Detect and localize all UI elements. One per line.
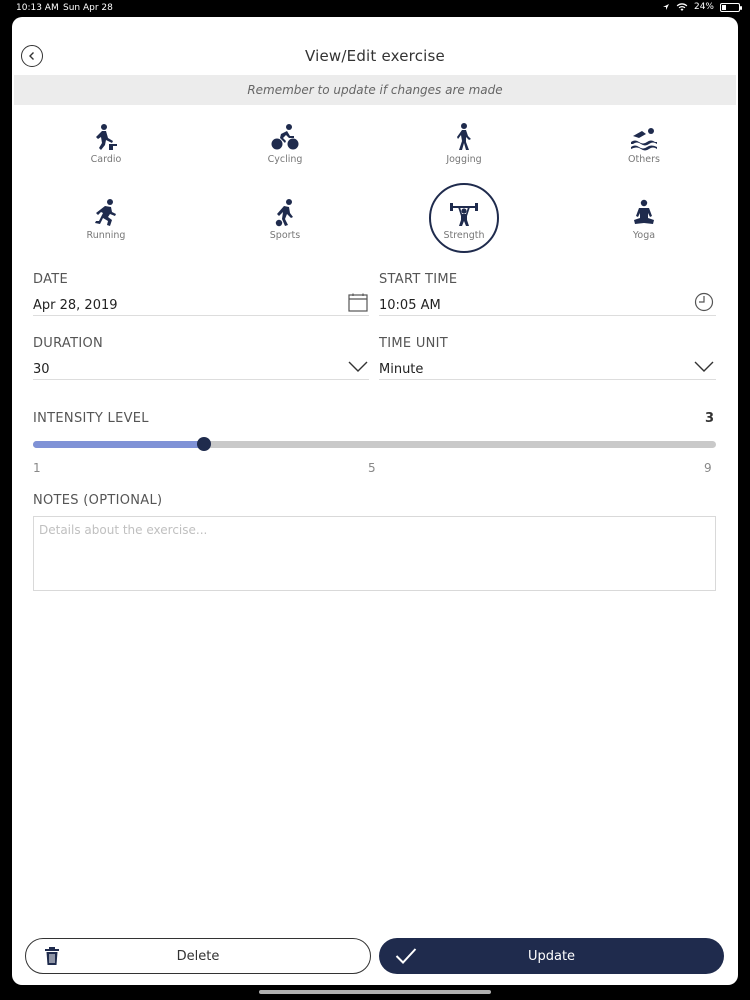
update-reminder-banner: Remember to update if changes are made: [14, 75, 736, 105]
intensity-slider-fill: [33, 441, 204, 448]
type-yoga[interactable]: Yoga: [599, 198, 689, 268]
running-icon: [95, 199, 116, 226]
header: View/Edit exercise: [12, 17, 738, 75]
status-time: 10:13 AM: [16, 3, 59, 13]
status-right: 24%: [662, 2, 742, 12]
date-label: DATE: [33, 272, 69, 287]
notes-input[interactable]: [33, 516, 716, 591]
chevron-down-icon[interactable]: [348, 361, 368, 373]
type-sports[interactable]: Sports: [240, 198, 330, 268]
time-unit-label: TIME UNIT: [379, 336, 449, 351]
type-label: Sports: [269, 230, 301, 241]
trash-icon: [45, 947, 59, 965]
type-label: Running: [86, 230, 126, 241]
type-label: Others: [628, 154, 660, 165]
delete-button-label: Delete: [176, 948, 220, 964]
time-unit-underline: [379, 379, 716, 380]
battery-icon: [720, 2, 742, 12]
type-label: Strength: [443, 230, 485, 241]
intensity-label: INTENSITY LEVEL: [33, 411, 149, 426]
delete-button[interactable]: Delete: [25, 938, 371, 974]
notes-label: NOTES (OPTIONAL): [33, 493, 163, 508]
yoga-icon: [634, 199, 654, 224]
home-indicator: [259, 990, 491, 994]
checkmark-icon: [395, 948, 417, 964]
type-label: Jogging: [446, 154, 482, 165]
type-others[interactable]: Others: [599, 122, 689, 192]
intensity-value: 3: [704, 411, 714, 426]
cycling-icon: [271, 124, 299, 150]
time-unit-select[interactable]: Minute: [379, 362, 423, 377]
type-running[interactable]: Running: [61, 198, 151, 268]
cardio-icon: [96, 124, 117, 150]
intensity-slider-thumb[interactable]: [196, 437, 211, 451]
battery-percent: 24%: [693, 2, 714, 12]
duration-label: DURATION: [33, 336, 104, 351]
type-jogging[interactable]: Jogging: [419, 122, 509, 192]
type-label: Cardio: [90, 154, 122, 165]
type-label: Cycling: [267, 154, 303, 165]
intensity-mid-tick: 5: [368, 461, 376, 475]
clock-icon[interactable]: [694, 292, 714, 312]
start-time-field[interactable]: 10:05 AM: [379, 298, 441, 313]
strength-icon: [450, 203, 478, 226]
page-title: View/Edit exercise: [305, 47, 445, 65]
location-icon: [662, 4, 669, 10]
jogging-icon: [457, 123, 471, 150]
update-button[interactable]: Update: [379, 938, 724, 974]
chevron-down-icon[interactable]: [694, 361, 714, 373]
type-cycling[interactable]: Cycling: [240, 122, 330, 192]
intensity-slider[interactable]: [33, 437, 716, 451]
start-time-underline: [379, 315, 716, 316]
exercise-edit-screen: View/Edit exercise Remember to update if…: [12, 17, 738, 985]
sports-icon: [275, 199, 293, 227]
date-field[interactable]: Apr 28, 2019: [33, 298, 118, 313]
type-strength[interactable]: Strength: [419, 183, 509, 268]
status-bar: 10:13 AM Sun Apr 28 24%: [0, 0, 750, 16]
wifi-icon: [676, 2, 688, 11]
intensity-min-tick: 1: [33, 461, 41, 475]
date-underline: [33, 315, 369, 316]
swimming-icon: [631, 128, 657, 151]
intensity-max-tick: 9: [704, 461, 712, 475]
status-date: Sun Apr 28: [63, 3, 113, 13]
duration-select[interactable]: 30: [33, 362, 50, 377]
update-button-label: Update: [527, 948, 576, 964]
type-label: Yoga: [632, 230, 656, 241]
type-cardio[interactable]: Cardio: [61, 122, 151, 192]
calendar-icon[interactable]: [348, 293, 368, 312]
duration-underline: [33, 379, 369, 380]
start-time-label: START TIME: [379, 272, 458, 287]
